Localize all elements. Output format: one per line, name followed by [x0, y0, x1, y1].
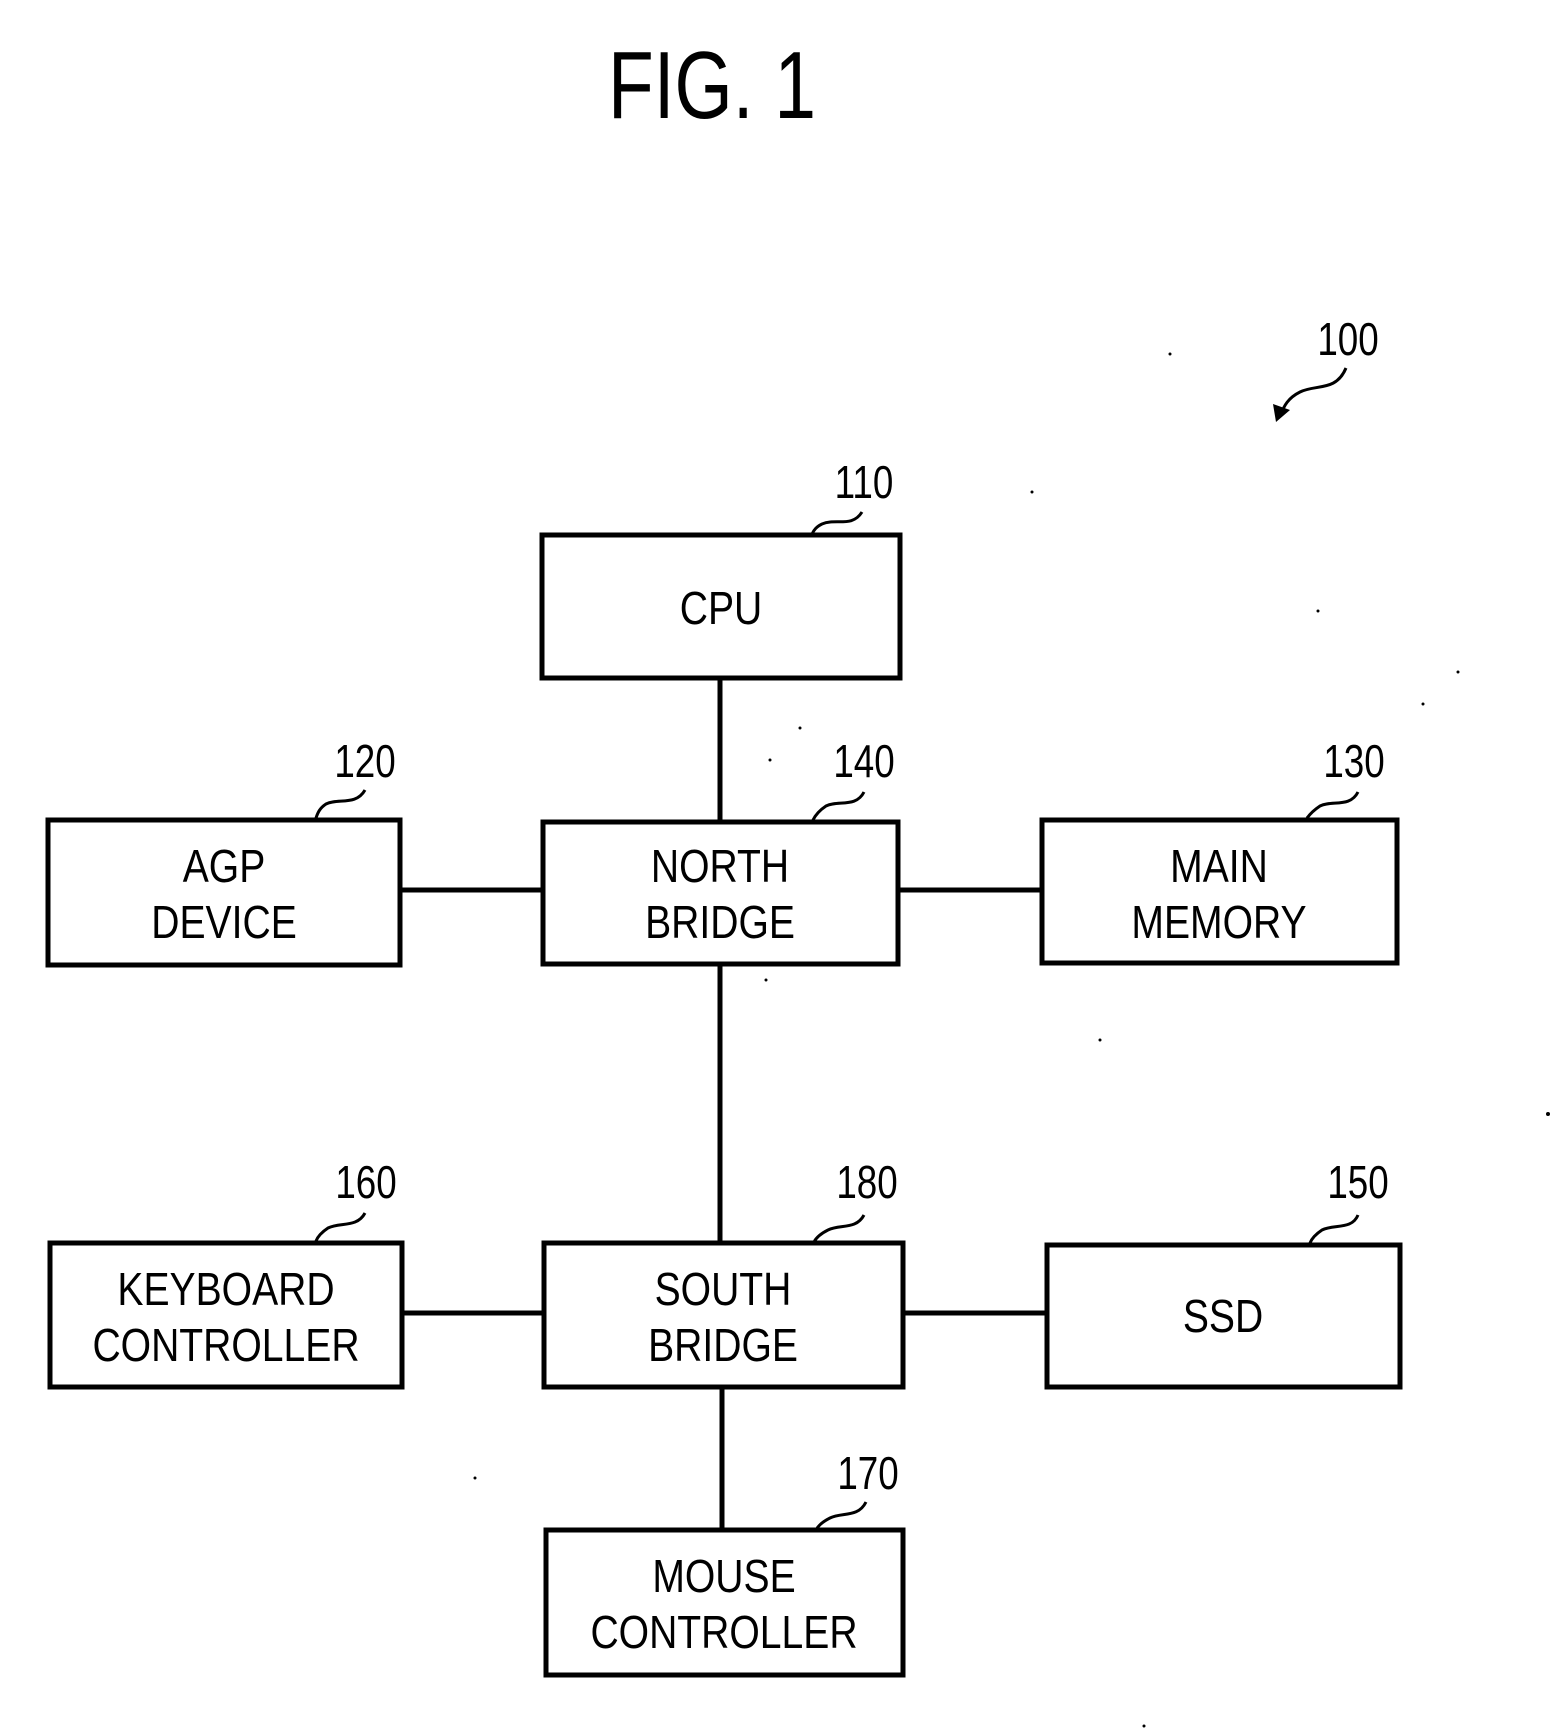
block-south-bridge: SOUTH BRIDGE 180 — [541, 1156, 906, 1390]
south-bridge-leader-line — [812, 1214, 866, 1243]
connections — [400, 678, 1047, 1528]
ssd-reference-number: 150 — [1327, 1156, 1388, 1208]
system-reference-number: 100 — [1317, 313, 1378, 365]
mouse-controller-leader-line — [814, 1501, 868, 1531]
north-bridge-leader-line — [811, 791, 866, 821]
north-bridge-label-line2: BRIDGE — [645, 897, 795, 949]
mouse-controller-label-line2: CONTROLLER — [590, 1607, 857, 1659]
south-bridge-label-line2: BRIDGE — [648, 1320, 798, 1372]
cpu-leader-line — [810, 511, 864, 535]
block-ssd: SSD 150 — [1044, 1156, 1403, 1390]
keyboard-controller-label-line2: CONTROLLER — [92, 1320, 359, 1372]
agp-leader-line — [314, 789, 367, 819]
main-memory-label-line1: MAIN — [1170, 841, 1268, 893]
keyboard-controller-label-line1: KEYBOARD — [117, 1264, 334, 1316]
system-reference-arrow — [1279, 367, 1348, 415]
south-bridge-label-line1: SOUTH — [655, 1264, 792, 1316]
agp-reference-number: 120 — [334, 735, 395, 787]
ssd-label: SSD — [1183, 1291, 1263, 1343]
keyboard-controller-reference-number: 160 — [335, 1156, 396, 1208]
main-memory-label-line2: MEMORY — [1131, 897, 1306, 949]
agp-label-line2: DEVICE — [151, 897, 297, 949]
ssd-leader-line — [1308, 1214, 1360, 1244]
north-bridge-label-line1: NORTH — [651, 841, 789, 893]
block-keyboard-controller: KEYBOARD CONTROLLER 160 — [47, 1156, 405, 1390]
block-cpu: CPU 110 — [539, 456, 903, 681]
cpu-label: CPU — [680, 583, 763, 635]
block-diagram: FIG. 1 100 CPU 110 AGP DEVICE 120 NORTH … — [45, 32, 1550, 1728]
block-agp-device: AGP DEVICE 120 — [45, 735, 403, 968]
south-bridge-reference-number: 180 — [836, 1156, 897, 1208]
block-main-memory: MAIN MEMORY 130 — [1039, 735, 1400, 966]
agp-label-line1: AGP — [183, 841, 266, 893]
mouse-controller-label-line1: MOUSE — [652, 1551, 795, 1603]
main-memory-leader-line — [1305, 791, 1360, 819]
main-memory-reference-number: 130 — [1323, 735, 1384, 787]
cpu-reference-number: 110 — [835, 456, 894, 508]
arrowhead-icon — [1273, 404, 1290, 422]
mouse-controller-reference-number: 170 — [837, 1447, 898, 1499]
keyboard-controller-leader-line — [314, 1212, 367, 1242]
figure-title: FIG. 1 — [608, 32, 816, 139]
north-bridge-reference-number: 140 — [833, 735, 894, 787]
